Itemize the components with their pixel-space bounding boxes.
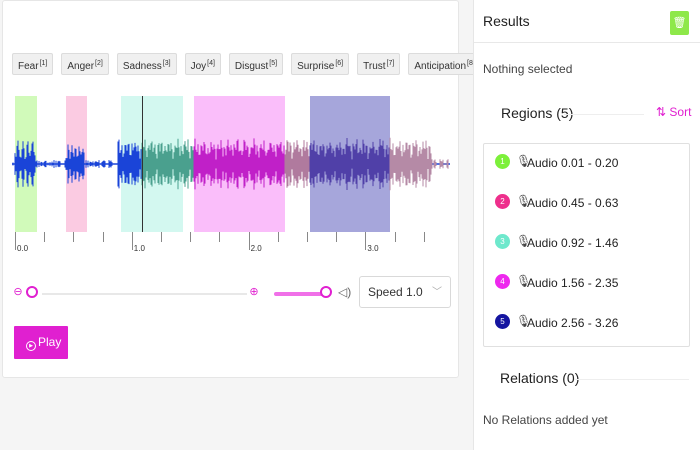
play-label: Play (38, 335, 61, 349)
results-header: Results 🗑 (474, 0, 700, 43)
region-list-item[interactable]: 2 🎙 Audio 0.45 - 0.63 (484, 184, 689, 224)
divider (564, 114, 644, 115)
region-badge: 3 (495, 234, 510, 249)
timeline-tick (307, 232, 308, 242)
trash-icon[interactable]: 🗑 (670, 11, 689, 35)
region-badge: 1 (495, 154, 510, 169)
region-list-item[interactable]: 3 🎙 Audio 0.92 - 1.46 (484, 224, 689, 264)
play-button[interactable]: ▶ Play (14, 326, 68, 359)
region-list-item[interactable]: 5 🎙 Audio 2.56 - 3.26 (484, 304, 689, 344)
zoom-in-icon[interactable]: ⊕ (248, 286, 260, 298)
zoom-out-icon[interactable]: ⊖ (12, 286, 24, 298)
label-fear[interactable]: Fear[1] (12, 53, 53, 75)
label-trust[interactable]: Trust[7] (357, 53, 400, 75)
timeline-tick (365, 232, 366, 250)
timeline-tick (336, 232, 337, 242)
timeline-tick (132, 232, 133, 250)
region-label: Audio 2.56 - 3.26 (527, 316, 618, 330)
zoom-slider-handle[interactable] (26, 286, 38, 298)
results-panel: Results 🗑 Nothing selected Regions (5) ⇅… (473, 0, 700, 450)
nothing-selected-text: Nothing selected (483, 62, 572, 76)
timeline: 0.0 1.0 2.0 3.0 (12, 232, 450, 256)
divider (574, 379, 689, 380)
chevron-down-icon: ﹀ (432, 278, 442, 308)
sort-button[interactable]: ⇅ Sort (656, 105, 691, 119)
speed-select[interactable]: Speed 1.0 ﹀ (359, 276, 451, 308)
region-badge: 5 (495, 314, 510, 329)
timeline-tick (15, 232, 16, 250)
speed-label: Speed 1.0 (368, 285, 423, 299)
label-toolbar: Fear[1] Anger[2] Sadness[3] Joy[4] Disgu… (12, 53, 481, 75)
label-joy[interactable]: Joy[4] (185, 53, 221, 75)
playback-controls: ⊖ ⊕ ◁) Speed 1.0 ﹀ (12, 279, 452, 309)
timeline-tick (278, 232, 279, 242)
timeline-tick (161, 232, 162, 242)
waveform[interactable]: 0.0 1.0 2.0 3.0 (12, 96, 450, 256)
timeline-label: 2.0 (251, 244, 262, 253)
timeline-tick (219, 232, 220, 242)
play-icon: ▶ (26, 341, 36, 351)
label-surprise[interactable]: Surprise[6] (291, 53, 349, 75)
volume-icon[interactable]: ◁) (338, 285, 351, 299)
region-badge: 2 (495, 194, 510, 209)
results-title: Results (483, 13, 530, 29)
regions-title: Regions (5) (501, 105, 573, 121)
timeline-label: 1.0 (134, 244, 145, 253)
timeline-label: 0.0 (17, 244, 28, 253)
playhead-cursor (142, 96, 143, 232)
timeline-tick (395, 232, 396, 242)
label-anticipation[interactable]: Anticipation[8] (408, 53, 481, 75)
volume-slider[interactable] (274, 292, 326, 296)
region-label: Audio 1.56 - 2.35 (527, 276, 618, 290)
zoom-slider[interactable] (42, 293, 247, 295)
sort-icon: ⇅ (656, 105, 666, 119)
relations-title: Relations (0) (500, 370, 579, 386)
timeline-tick (190, 232, 191, 242)
volume-slider-handle[interactable] (320, 286, 332, 298)
timeline-tick (44, 232, 45, 242)
label-sadness[interactable]: Sadness[3] (117, 53, 177, 75)
timeline-tick (73, 232, 74, 242)
timeline-tick (249, 232, 250, 250)
region-list-item[interactable]: 4 🎙 Audio 1.56 - 2.35 (484, 264, 689, 304)
region-label: Audio 0.45 - 0.63 (527, 196, 618, 210)
label-disgust[interactable]: Disgust[5] (229, 53, 283, 75)
label-anger[interactable]: Anger[2] (61, 53, 108, 75)
waveform-svg (12, 96, 450, 232)
no-relations-text: No Relations added yet (483, 413, 608, 427)
timeline-label: 3.0 (367, 244, 378, 253)
region-badge: 4 (495, 274, 510, 289)
timeline-tick (424, 232, 425, 242)
timeline-tick (103, 232, 104, 242)
region-label: Audio 0.01 - 0.20 (527, 156, 618, 170)
region-list-item[interactable]: 1 🎙 Audio 0.01 - 0.20 (484, 144, 689, 184)
region-label: Audio 0.92 - 1.46 (527, 236, 618, 250)
audio-panel: Fear[1] Anger[2] Sadness[3] Joy[4] Disgu… (2, 0, 459, 378)
region-list: 1 🎙 Audio 0.01 - 0.20 2 🎙 Audio 0.45 - 0… (483, 143, 690, 347)
